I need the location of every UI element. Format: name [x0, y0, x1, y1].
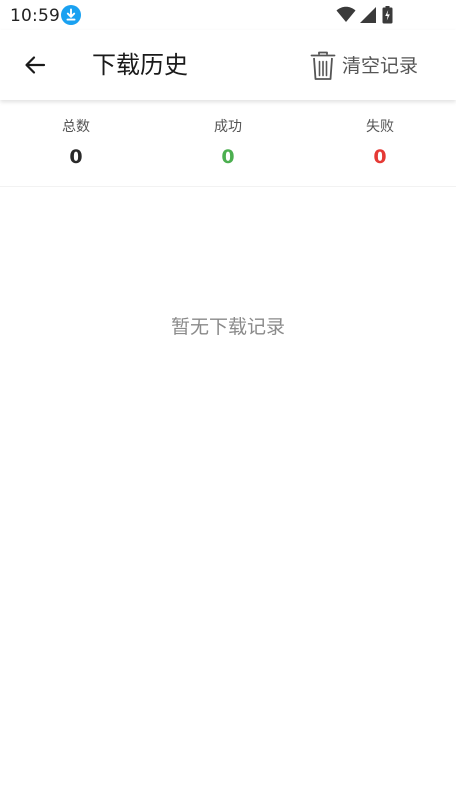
battery-icon: [382, 6, 393, 24]
trash-icon: [310, 51, 336, 80]
back-button[interactable]: [14, 44, 56, 86]
stat-fail: 失败 0: [304, 102, 456, 186]
arrow-left-icon: [25, 56, 46, 74]
status-time: 10:59: [10, 6, 60, 26]
clear-records-button[interactable]: 清空记录: [310, 50, 418, 82]
stat-success-label: 成功: [214, 119, 242, 135]
status-bar: 10:59: [0, 0, 456, 30]
empty-state-message: 暂无下载记录: [170, 316, 285, 338]
stat-success-value: 0: [221, 146, 235, 168]
stats-summary: 总数 0 成功 0 失败 0: [0, 102, 456, 187]
stat-fail-value: 0: [373, 146, 387, 168]
page-title: 下载历史: [92, 51, 188, 79]
clear-records-label: 清空记录: [341, 55, 418, 77]
download-notification-icon: [61, 5, 81, 25]
wifi-icon: [336, 6, 356, 22]
signal-icon: [360, 7, 376, 23]
stat-total-label: 总数: [62, 119, 90, 135]
stat-fail-label: 失败: [366, 119, 394, 135]
stat-success: 成功 0: [152, 102, 304, 186]
app-bar: 下载历史 清空记录: [0, 30, 456, 100]
stat-total-value: 0: [69, 146, 83, 168]
stat-total: 总数 0: [0, 102, 152, 186]
